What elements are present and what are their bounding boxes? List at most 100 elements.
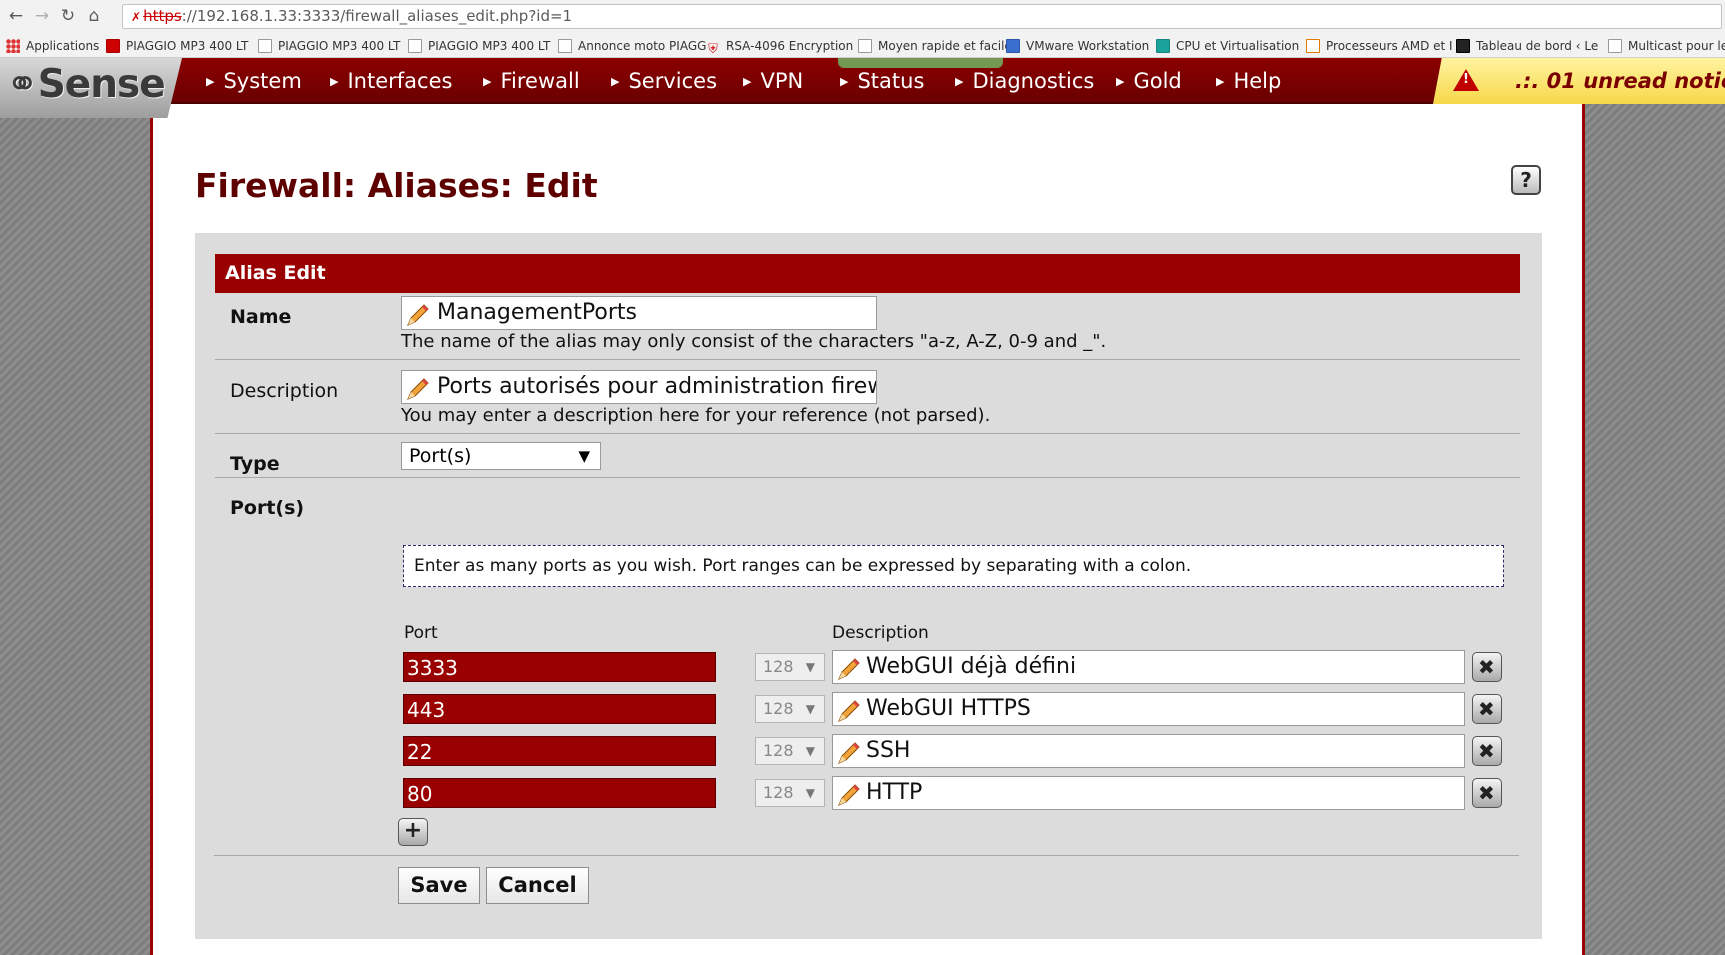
cancel-button[interactable]: Cancel: [486, 867, 589, 904]
delete-row-button[interactable]: ✖: [1472, 736, 1502, 766]
site-icon: [1456, 39, 1470, 53]
bookmark-label: Tableau de bord ‹ Le: [1476, 39, 1599, 53]
column-header-description: Description: [832, 623, 929, 643]
ports-info-box: Enter as many ports as you wish. Port ra…: [403, 545, 1504, 587]
menu-interfaces[interactable]: ▶ Interfaces: [330, 58, 452, 104]
menu-help[interactable]: ▶ Help: [1216, 58, 1281, 104]
mask-select[interactable]: 128 ▼: [755, 653, 825, 681]
home-icon[interactable]: ⌂: [84, 6, 104, 26]
pencil-icon: [407, 378, 429, 400]
menu-status[interactable]: ▶ Status: [840, 58, 924, 104]
port-input[interactable]: 80: [403, 778, 716, 808]
bookmark-label: Multicast pour les: [1628, 39, 1725, 53]
menu-gold[interactable]: ▶ Gold: [1116, 58, 1182, 104]
mask-select[interactable]: 128 ▼: [755, 695, 825, 723]
triangle-right-icon: ▶: [330, 75, 339, 88]
mask-select[interactable]: 128 ▼: [755, 779, 825, 807]
port-description-input[interactable]: HTTP: [832, 776, 1465, 810]
type-select[interactable]: Port(s) ▼: [401, 442, 601, 470]
back-arrow-icon[interactable]: ←: [6, 6, 26, 26]
apps-grid-icon: [6, 39, 20, 53]
triangle-right-icon: ▶: [611, 75, 620, 88]
mask-value: 128: [763, 657, 794, 676]
bookmark-rsa-encryption[interactable]: ⛨ RSA-4096 Encryption: [706, 37, 854, 57]
bookmarks-bar: Applications PIAGGIO MP3 400 LT PIAGGIO …: [0, 33, 1725, 57]
name-field[interactable]: ManagementPorts: [401, 296, 877, 330]
bookmark-label: PIAGGIO MP3 400 LT: [126, 39, 249, 53]
port-input[interactable]: 22: [403, 736, 716, 766]
divider: [214, 855, 1519, 856]
description-label: Description: [230, 380, 339, 402]
browser-chrome: ← → ↻ ⌂ ✗ https://192.168.1.33:3333/firew…: [0, 0, 1725, 58]
page-icon: [1608, 39, 1622, 53]
menu-vpn[interactable]: ▶ VPN: [743, 58, 803, 104]
menu-services[interactable]: ▶ Services: [611, 58, 717, 104]
port-input[interactable]: 443: [403, 694, 716, 724]
page-icon: [558, 39, 572, 53]
pencil-icon: [838, 658, 860, 680]
menu-label: Gold: [1133, 69, 1182, 93]
bookmark-tableau-de-bord[interactable]: Tableau de bord ‹ Le: [1456, 37, 1598, 55]
pfsense-logo[interactable]: ⚭Sense: [0, 58, 182, 118]
delete-row-button[interactable]: ✖: [1472, 694, 1502, 724]
unread-notice[interactable]: .:. 01 unread notice .:.: [1433, 58, 1725, 104]
menu-label: Help: [1233, 69, 1282, 93]
menu-firewall[interactable]: ▶ Firewall: [483, 58, 580, 104]
menu-label: Services: [628, 69, 718, 93]
shield-icon: ⛨: [708, 42, 718, 57]
port-input[interactable]: 3333: [403, 652, 716, 682]
section-header: Alias Edit: [215, 254, 1520, 293]
pencil-icon: [838, 700, 860, 722]
dropdown-arrow-icon: ▼: [805, 786, 815, 800]
menu-system[interactable]: ▶ System: [206, 58, 302, 104]
bookmark-label: PIAGGIO MP3 400 LT: [278, 39, 401, 53]
bookmark-moyen-rapide[interactable]: Moyen rapide et facile: [858, 37, 1012, 55]
bookmark-label: Applications: [26, 39, 100, 53]
triangle-right-icon: ▶: [743, 75, 752, 88]
save-button[interactable]: Save: [398, 867, 480, 904]
delete-icon: ✖: [1478, 655, 1495, 679]
bookmark-applications[interactable]: Applications: [6, 37, 99, 55]
url-scheme: https: [143, 7, 182, 25]
delete-row-button[interactable]: ✖: [1472, 652, 1502, 682]
bookmark-piaggio-2[interactable]: PIAGGIO MP3 400 LT: [258, 37, 400, 55]
menu-diagnostics[interactable]: ▶ Diagnostics: [955, 58, 1094, 104]
forward-arrow-icon[interactable]: →: [32, 6, 52, 26]
description-field[interactable]: Ports autorisés pour administration fire…: [401, 370, 877, 404]
mask-select[interactable]: 128 ▼: [755, 737, 825, 765]
logo-pf-mark: ⚭: [6, 62, 39, 107]
triangle-right-icon: ▶: [840, 75, 849, 88]
bookmark-vmware[interactable]: VMware Workstation: [1006, 37, 1149, 55]
divider: [215, 477, 1520, 478]
port-description-value: WebGUI déjà défini: [866, 654, 1077, 679]
lc-site-icon: [106, 39, 120, 53]
bookmark-multicast[interactable]: Multicast pour les: [1608, 37, 1725, 55]
delete-row-button[interactable]: ✖: [1472, 778, 1502, 808]
mask-value: 128: [763, 699, 794, 718]
name-label: Name: [230, 306, 292, 328]
name-value: ManagementPorts: [437, 300, 637, 325]
bookmark-label: RSA-4096 Encryption: [726, 39, 854, 53]
port-description-value: WebGUI HTTPS: [866, 696, 1031, 721]
bookmark-label: Processeurs AMD et I: [1326, 39, 1453, 53]
delete-icon: ✖: [1478, 781, 1495, 805]
address-bar[interactable]: ✗ https://192.168.1.33:3333/firewall_alia…: [122, 4, 1722, 29]
reload-icon[interactable]: ↻: [58, 6, 78, 26]
page-icon: [258, 39, 272, 53]
triangle-right-icon: ▶: [206, 75, 215, 88]
help-icon[interactable]: ?: [1511, 165, 1541, 195]
triangle-right-icon: ▶: [483, 75, 492, 88]
bookmark-piaggio-1[interactable]: PIAGGIO MP3 400 LT: [106, 37, 248, 55]
port-description-input[interactable]: SSH: [832, 734, 1465, 768]
menu-label: Status: [857, 69, 925, 93]
left-background: [0, 104, 150, 955]
bookmark-annonce-moto[interactable]: Annonce moto PIAGG: [558, 37, 706, 55]
port-description-input[interactable]: WebGUI déjà défini: [832, 650, 1465, 684]
port-description-input[interactable]: WebGUI HTTPS: [832, 692, 1465, 726]
name-hint: The name of the alias may only consist o…: [401, 331, 1107, 352]
warning-icon: [1453, 69, 1479, 91]
bookmark-piaggio-3[interactable]: PIAGGIO MP3 400 LT: [408, 37, 550, 55]
bookmark-cpu-virtualisation[interactable]: CPU et Virtualisation: [1156, 37, 1299, 55]
bookmark-processeurs-amd[interactable]: Processeurs AMD et I: [1306, 37, 1453, 55]
add-row-icon[interactable]: +: [398, 818, 428, 846]
